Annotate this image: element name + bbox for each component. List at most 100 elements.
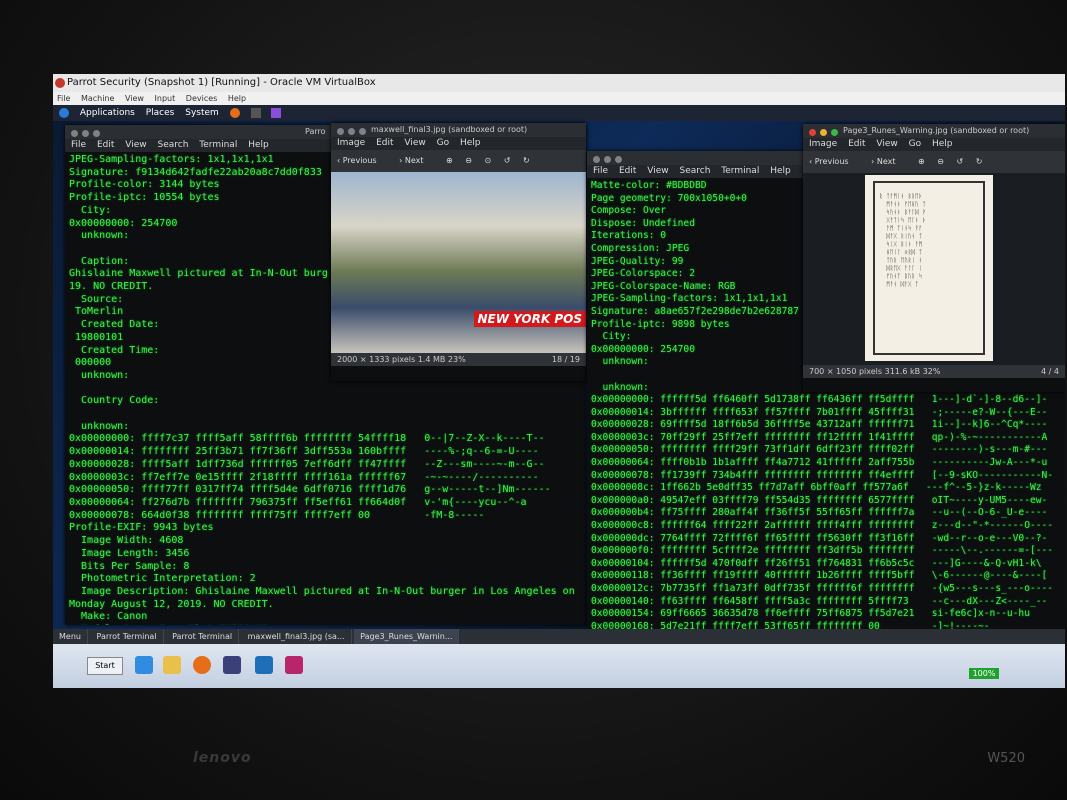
terminal-line: 0x00000050: ffffffff ffff29ff 73ff1dff 6… — [591, 444, 1048, 456]
terminal-line: 0x0000003c: 70ff29ff 25ff7eff ffffffff f… — [591, 431, 1048, 443]
applications-menu[interactable]: Applications — [80, 108, 135, 118]
viewer1-titlebar: maxwell_final3.jpg (sandboxed or root) — [331, 123, 586, 137]
rotate-left-icon[interactable]: ↺ — [957, 157, 964, 166]
viewer1-menu-go[interactable]: Go — [437, 138, 449, 148]
viewer2-menu-help[interactable]: Help — [932, 139, 953, 149]
window-controls[interactable] — [71, 128, 104, 142]
firefox-icon[interactable] — [193, 656, 211, 674]
system-menu[interactable]: System — [185, 108, 219, 118]
vbox-menu-input[interactable]: Input — [155, 94, 176, 103]
terminal-line: 0x00000014: 3bffffff ffff653f ff57ffff 7… — [591, 406, 1048, 418]
menu-terminal[interactable]: Terminal — [199, 140, 237, 150]
window-controls[interactable] — [337, 126, 370, 140]
viewer1-image-info: 2000 × 1333 pixels 1.4 MB 23% — [337, 355, 466, 364]
viewer2-canvas: ᚱ ᛏᚨᛗᛁᚾ ᛒᚱᛖᚦ ᛗᚨᚾᚾ ᚠᛖᚺᚢ ᛏ ᛋᚢᚾᚾ ᛒᚨᛚᛞ ᚹ ᚷᚨᛏ… — [803, 173, 1065, 365]
viewer2-menubar: Image Edit View Go Help — [803, 138, 1065, 151]
viewer1-statusbar: 2000 × 1333 pixels 1.4 MB 23% 18 / 19 — [331, 353, 586, 366]
zoom-in-icon[interactable]: ⊕ — [918, 157, 925, 166]
viewer2-toolbar: ‹ Previous › Next ⊕ ⊖ ↺ ↻ — [803, 151, 1065, 173]
zoom-in-icon[interactable]: ⊕ — [446, 156, 453, 165]
parrot-menu-icon[interactable] — [59, 107, 69, 118]
taskbar-menu-button[interactable]: Menu — [53, 629, 88, 644]
viewer1-prev-button[interactable]: ‹ Previous — [337, 156, 387, 165]
taskbar-viewer-runes[interactable]: Page3_Runes_Warnin... — [354, 629, 460, 644]
image-viewer-runes: Page3_Runes_Warning.jpg (sandboxed or ro… — [803, 124, 1065, 392]
viewer2-position: 4 / 4 — [1041, 367, 1059, 376]
viewer2-menu-edit[interactable]: Edit — [848, 139, 865, 149]
viewer1-menu-help[interactable]: Help — [460, 138, 481, 148]
rotate-right-icon[interactable]: ↻ — [523, 156, 530, 165]
terminal-line: 0x000000c8: ffffff64 ffff22ff 2affffff f… — [591, 520, 1054, 532]
terminal-line: 0x000000b4: ff75ffff 280aff4f ff36ff5f 5… — [591, 507, 1048, 519]
taskbar-viewer-maxwell[interactable]: maxwell_final3.jpg (sa... — [242, 629, 352, 644]
parrot-top-panel: Applications Places System — [53, 105, 1065, 121]
menu-search[interactable]: Search — [679, 166, 710, 176]
virtualbox-icon — [55, 78, 65, 88]
terminal-line: Model: Canon PowerShot SX530 HS — [69, 624, 581, 625]
window-controls[interactable] — [593, 154, 626, 168]
viewer1-menu-edit[interactable]: Edit — [376, 138, 393, 148]
parrot-icon[interactable] — [285, 656, 303, 674]
vbox-menu-view[interactable]: View — [125, 94, 144, 103]
folder-icon[interactable] — [163, 656, 181, 674]
virtualbox-title: Parrot Security (Snapshot 1) [Running] -… — [67, 77, 376, 88]
terminal-line: 0x00000050: ffff77ff 0317ff74 ffff5d4e 6… — [69, 484, 551, 496]
viewer1-menu-view[interactable]: View — [404, 138, 425, 148]
viewer2-prev-button[interactable]: ‹ Previous — [809, 157, 859, 166]
virtualbox-titlebar: Parrot Security (Snapshot 1) [Running] -… — [53, 74, 1065, 92]
menu-view[interactable]: View — [125, 140, 146, 150]
viewer1-next-button[interactable]: › Next — [399, 156, 433, 165]
terminal-line: 0x00000028: 69ffff5d 18ff6b5d 36ffff5e 4… — [591, 419, 1048, 431]
host-windows-taskbar: Start 100% — [53, 644, 1065, 688]
app-launcher-icon[interactable] — [271, 107, 282, 118]
window-controls[interactable] — [809, 127, 842, 141]
terminal-line: 0x00000064: ffff0b1b 1b1affff ff4a7712 4… — [591, 457, 1048, 469]
battery-indicator[interactable]: 100% — [969, 668, 999, 679]
menu-terminal[interactable]: Terminal — [721, 166, 759, 176]
terminal-line: 0x000000f0: ffffffff 5cffff2e ffffffff f… — [591, 545, 1054, 557]
rotate-right-icon[interactable]: ↻ — [976, 157, 983, 166]
terminal-launcher-icon[interactable] — [250, 107, 261, 118]
terminal-line: Make: Canon — [69, 611, 148, 623]
menu-help[interactable]: Help — [770, 166, 791, 176]
virtualbox-icon[interactable] — [255, 656, 273, 674]
rotate-left-icon[interactable]: ↺ — [504, 156, 511, 165]
terminal-line: Image Description: Ghislaine Maxwell pic… — [69, 585, 575, 597]
terminal-line: 0x00000028: ffff5aff 1dff736d ffffff05 7… — [69, 458, 545, 470]
viewer1-position: 18 / 19 — [551, 355, 580, 364]
menu-help[interactable]: Help — [248, 140, 269, 150]
zoom-fit-icon[interactable]: ⊙ — [485, 156, 492, 165]
terminal-line: 0x0000012c: 7b7735ff ff1a73ff 0dff735f f… — [591, 583, 1054, 594]
vbox-menu-devices[interactable]: Devices — [186, 94, 218, 103]
menu-search[interactable]: Search — [157, 140, 188, 150]
start-button[interactable]: Start — [87, 657, 123, 675]
terminal-line: 0x000000a0: 49547eff 03ffff79 ff554d35 f… — [591, 494, 1048, 506]
vbox-menu-file[interactable]: File — [57, 94, 70, 103]
viewer2-title: Page3_Runes_Warning.jpg (sandboxed or ro… — [843, 126, 1030, 135]
terminal-line: 0x00000118: ff36ffff ff19ffff 40ffffff 1… — [591, 570, 1048, 582]
ie-icon[interactable] — [135, 656, 153, 674]
tor-icon[interactable] — [223, 656, 241, 674]
viewer2-menu-go[interactable]: Go — [909, 139, 921, 149]
viewer2-next-button[interactable]: › Next — [871, 157, 905, 166]
terminal-line: 0x00000014: ffffffff 25ff3b71 ff7f36ff 3… — [69, 446, 539, 458]
taskbar-terminal-2[interactable]: Parrot Terminal — [166, 629, 240, 644]
vbox-menu-machine[interactable]: Machine — [81, 94, 115, 103]
zoom-out-icon[interactable]: ⊖ — [465, 156, 472, 165]
terminal-line: Image Length: 3456 — [69, 547, 190, 559]
terminal-line: 0x0000008c: 1ff662b 5e0dff35 ff7d7aff 6b… — [591, 482, 1042, 494]
menu-view[interactable]: View — [647, 166, 668, 176]
places-menu[interactable]: Places — [146, 108, 175, 118]
terminal-line: Profile-EXIF: 9943 bytes — [69, 522, 214, 534]
vbox-menu-help[interactable]: Help — [228, 94, 246, 103]
zoom-out-icon[interactable]: ⊖ — [937, 157, 944, 166]
terminal-line: Monday August 12, 2019. NO CREDIT. — [69, 598, 274, 610]
terminal-line: 0x00000078: ff1739ff 734b4fff ffffffff f… — [591, 469, 1054, 481]
laptop-screen: Parrot Security (Snapshot 1) [Running] -… — [53, 74, 1065, 688]
firefox-icon[interactable] — [229, 107, 240, 118]
taskbar-terminal-1[interactable]: Parrot Terminal — [91, 629, 164, 644]
viewer2-image-info: 700 × 1050 pixels 311.6 kB 32% — [809, 367, 941, 376]
viewer2-menu-view[interactable]: View — [876, 139, 897, 149]
runes-page-image: ᚱ ᛏᚨᛗᛁᚾ ᛒᚱᛖᚦ ᛗᚨᚾᚾ ᚠᛖᚺᚢ ᛏ ᛋᚢᚾᚾ ᛒᚨᛚᛞ ᚹ ᚷᚨᛏ… — [865, 175, 993, 361]
